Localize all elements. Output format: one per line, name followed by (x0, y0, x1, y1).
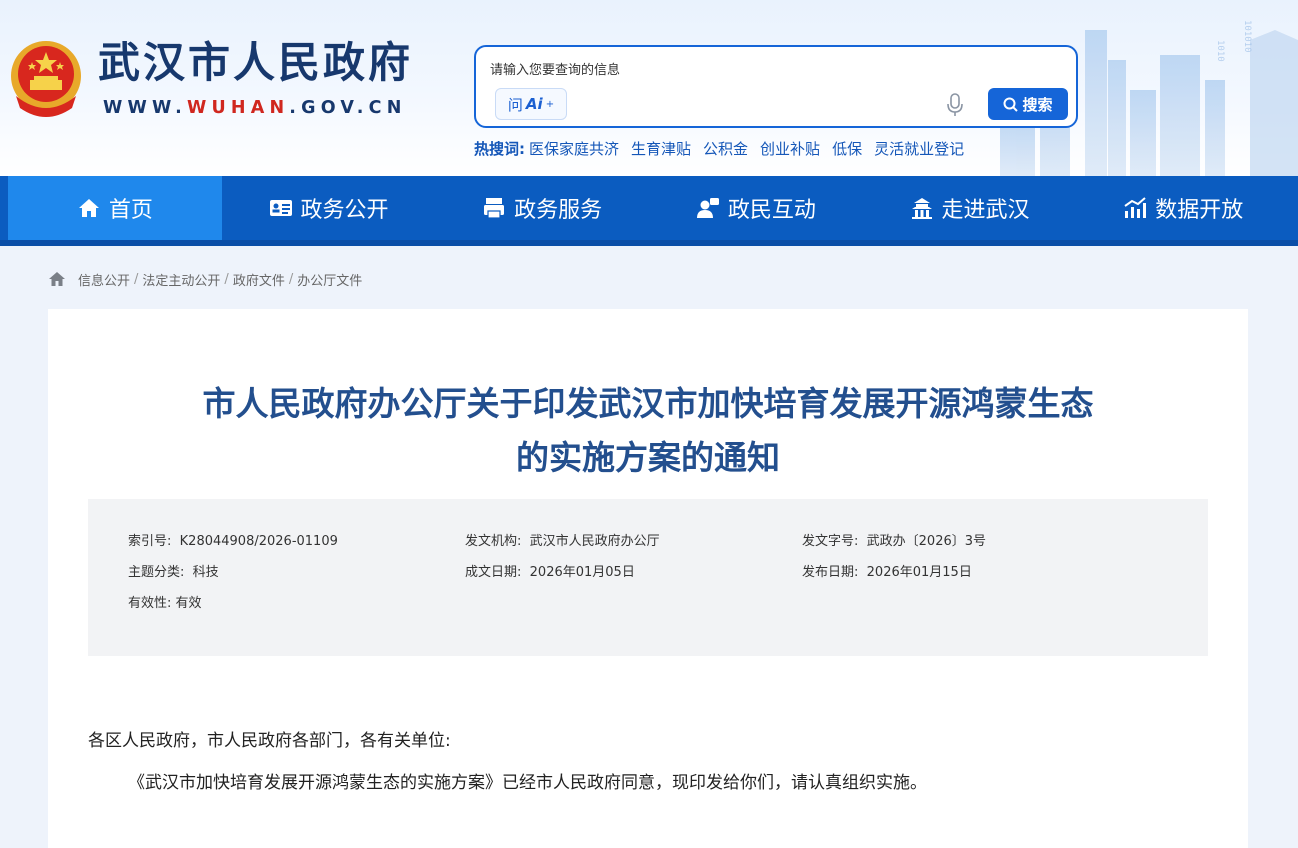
hot-search-label: 热搜词: (474, 140, 525, 158)
breadcrumb-separator: / (224, 271, 229, 287)
ai-plus-mark: + (545, 98, 555, 110)
hot-search-terms: 热搜词: 医保家庭共济 生育津贴 公积金 创业补贴 低保 灵活就业登记 (474, 138, 964, 159)
search-box[interactable]: 请输入您要查询的信息 问 Ai + 搜索 (474, 45, 1078, 128)
article-title-line-2: 的实施方案的通知 (516, 438, 780, 477)
article-title: 市人民政府办公厅关于印发武汉市加快培育发展开源鸿蒙生态 的实施方案的通知 (48, 377, 1248, 485)
meta-validity: 有效性: 有效 (128, 594, 202, 614)
article-paragraph: 《武汉市加快培育发展开源鸿蒙生态的实施方案》已经市人民政府同意，现印发给你们，请… (128, 773, 927, 793)
meta-label: 成文日期: (465, 565, 522, 580)
national-emblem-icon (11, 41, 81, 117)
id-card-icon (269, 200, 292, 216)
meta-value: 武政办〔2026〕3号 (866, 534, 987, 549)
breadcrumb-link[interactable]: 办公厅文件 (297, 270, 362, 289)
printer-icon (484, 198, 505, 219)
search-input[interactable]: 请输入您要查询的信息 (490, 59, 620, 78)
meta-label: 发布日期: (802, 565, 859, 580)
chart-icon (1124, 197, 1147, 218)
meta-label: 索引号: (128, 534, 172, 549)
meta-org: 发文机构: 武汉市人民政府办公厅 (465, 532, 660, 552)
hot-term-link[interactable]: 公积金 (703, 138, 748, 159)
ai-brand-label: Ai (525, 95, 543, 113)
home-icon[interactable] (48, 271, 66, 287)
breadcrumb-link[interactable]: 信息公开 (78, 270, 130, 289)
breadcrumb-link[interactable]: 法定主动公开 (142, 270, 220, 289)
nav-item-open-data[interactable]: 数据开放 (1076, 176, 1290, 240)
main-nav: 首页 政务公开 政务服务 政民互动 走进武汉 数据开放 (0, 176, 1298, 246)
nav-item-label: 政务公开 (300, 198, 389, 223)
svg-text:1010: 1010 (1215, 40, 1225, 62)
meta-index: 索引号: K28044908/2026-01109 (128, 532, 338, 552)
svg-text:101010: 101010 (1242, 20, 1252, 53)
ask-ai-label: 问 (507, 95, 523, 114)
meta-value: K28044908/2026-01109 (179, 534, 338, 549)
site-header: 101010 1010 武汉市人民政府 WWW.WUHAN.GOV.CN 请输入… (0, 0, 1298, 176)
breadcrumb-separator: / (134, 271, 139, 287)
microphone-icon[interactable] (946, 93, 964, 117)
meta-label: 发文机构: (465, 534, 522, 549)
article-salutation: 各区人民政府，市人民政府各部门，各有关单位: (88, 731, 451, 751)
hot-term-link[interactable]: 灵活就业登记 (874, 138, 964, 159)
meta-published-date: 发布日期: 2026年01月15日 (802, 563, 972, 583)
hot-term-link[interactable]: 生育津贴 (631, 138, 691, 159)
nav-item-label: 数据开放 (1155, 198, 1244, 223)
hot-term-link[interactable]: 低保 (832, 138, 862, 159)
nav-item-label: 政务服务 (514, 198, 603, 223)
user-chat-icon (696, 198, 719, 218)
breadcrumb: 信息公开 / 法定主动公开 / 政府文件 / 办公厅文件 (48, 268, 362, 290)
site-url-brand: WUHAN (186, 98, 290, 118)
article-title-line-1: 市人民政府办公厅关于印发武汉市加快培育发展开源鸿蒙生态 (202, 384, 1094, 423)
meta-value: 科技 (192, 565, 219, 580)
hot-term-link[interactable]: 医保家庭共济 (529, 138, 619, 159)
ask-ai-button[interactable]: 问 Ai + (495, 88, 567, 120)
pavilion-icon (911, 198, 932, 219)
nav-item-gov-affairs[interactable]: 政务公开 (222, 176, 436, 240)
nav-item-label: 首页 (108, 198, 153, 223)
meta-topic: 主题分类: 科技 (128, 563, 219, 583)
meta-label: 有效性: (128, 596, 172, 611)
search-icon (1003, 97, 1019, 112)
hot-term-link[interactable]: 创业补贴 (760, 138, 820, 159)
meta-label: 主题分类: (128, 565, 185, 580)
meta-value: 2026年01月05日 (529, 565, 635, 580)
site-url: WWW.WUHAN.GOV.CN (103, 96, 407, 120)
meta-value: 2026年01月15日 (866, 565, 972, 580)
breadcrumb-separator: / (288, 271, 294, 287)
article-panel: 市人民政府办公厅关于印发武汉市加快培育发展开源鸿蒙生态 的实施方案的通知 索引号… (48, 309, 1248, 848)
meta-created-date: 成文日期: 2026年01月05日 (465, 563, 635, 583)
document-metadata: 索引号: K28044908/2026-01109 发文机构: 武汉市人民政府办… (88, 499, 1208, 656)
nav-item-gov-services[interactable]: 政务服务 (435, 176, 649, 240)
meta-doc-number: 发文字号: 武政办〔2026〕3号 (802, 532, 986, 552)
home-icon (78, 199, 99, 217)
site-title: 武汉市人民政府 (98, 38, 414, 87)
nav-item-home[interactable]: 首页 (8, 176, 222, 240)
nav-item-label: 政民互动 (727, 198, 816, 223)
site-url-prefix: WWW. (103, 98, 187, 118)
nav-item-label: 走进武汉 (941, 198, 1030, 223)
meta-value: 武汉市人民政府办公厅 (529, 534, 660, 549)
search-button[interactable]: 搜索 (988, 88, 1068, 120)
nav-item-interaction[interactable]: 政民互动 (649, 176, 863, 240)
nav-item-about-wuhan[interactable]: 走进武汉 (863, 176, 1077, 240)
meta-label: 发文字号: (802, 534, 859, 549)
meta-value: 有效 (175, 596, 202, 611)
breadcrumb-link[interactable]: 政府文件 (233, 270, 285, 289)
site-url-suffix: .GOV.CN (289, 98, 407, 118)
search-button-label: 搜索 (1022, 95, 1053, 114)
